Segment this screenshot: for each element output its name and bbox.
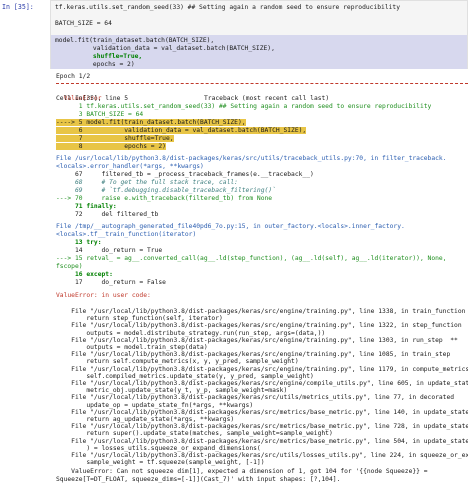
traceback-line: 8 epochs = 2) (56, 143, 166, 150)
traceback-line: 72 del filtered_tb (56, 211, 159, 218)
traceback-line: ---> 15 retval_ = ag__.converted_call(ag… (56, 255, 447, 271)
code-line: BATCH_SIZE = 64 (55, 20, 112, 27)
traceback-line: 17 do_return = False (56, 279, 166, 286)
code-line: tf.keras.utils.set_random_seed(33) ## Se… (55, 4, 400, 11)
user-code-label: ValueError: in user code: (56, 292, 151, 299)
epoch-progress: Epoch 1/2 (56, 73, 91, 80)
traceback-file-link[interactable]: File /usr/local/lib/python3.8/dist-packa… (56, 155, 468, 172)
user-code-line: sample_weight = tf.squeeze(sample_weight… (56, 459, 265, 467)
cell-prompt: In [35]: (2, 3, 34, 11)
traceback-separator (56, 83, 468, 84)
traceback-file-link[interactable]: File /tmp/__autograph_generated_file40pd… (56, 223, 468, 240)
final-error-message: ValueError: Can not squeeze dim[1], expe… (56, 468, 432, 484)
code-line: epochs = 2) (55, 61, 135, 68)
code-cell-input[interactable]: tf.keras.utils.set_random_seed(33) ## Se… (50, 0, 468, 69)
